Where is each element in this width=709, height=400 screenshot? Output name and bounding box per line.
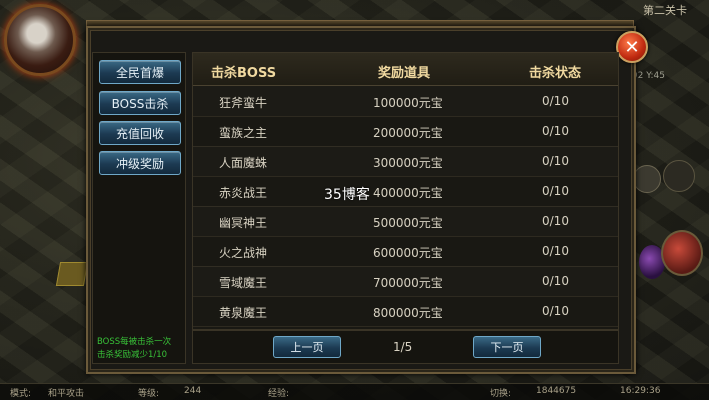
reward-value: 600000元宝 — [373, 246, 443, 260]
boss-name: 火之战神 — [219, 246, 268, 260]
map-marker-icon — [55, 262, 89, 286]
kill-status: 0/10 — [542, 184, 569, 198]
table-body: 狂斧蛮牛 100000元宝 0/10 蛮族之主 200000元宝 0/10 人面… — [193, 86, 618, 329]
reward-value: 500000元宝 — [373, 216, 443, 230]
boss-name: 赤炎战王 — [219, 186, 268, 200]
kill-status: 0/10 — [542, 124, 569, 138]
watermark: 35博客 — [324, 187, 370, 203]
switch-label[interactable]: 切换: — [490, 386, 511, 399]
reward-value: 800000元宝 — [373, 306, 443, 320]
table-row: 人面魔蛛 300000元宝 0/10 — [193, 146, 618, 177]
status-bar: 模式: 和平攻击 等级: 244 经验: 切换: 1844675 16:29:3… — [0, 383, 709, 400]
tab-first-drop[interactable]: 全民首爆 — [99, 60, 181, 84]
tab-level-reward[interactable]: 冲级奖励 — [99, 151, 181, 175]
gold-value: 1844675 — [536, 386, 577, 396]
header-reward: 奖励道具 — [378, 66, 431, 81]
clock: 16:29:36 — [620, 386, 661, 396]
boss-name: 人面魔蛛 — [219, 156, 268, 170]
tab-recharge-recycle[interactable]: 充值回收 — [99, 121, 181, 145]
kill-status: 0/10 — [542, 94, 569, 108]
page-indicator: 1/5 — [393, 340, 413, 354]
table-row: 火之战神 600000元宝 0/10 — [193, 236, 618, 267]
table-row: 幽冥神王 500000元宝 0/10 — [193, 206, 618, 237]
kill-status: 0/10 — [542, 304, 569, 318]
exp-label: 经验: — [268, 389, 290, 399]
reward-value: 100000元宝 — [373, 96, 443, 110]
reward-value: 200000元宝 — [373, 126, 443, 140]
sidebar-note: BOSS每被击杀一次 击杀奖励减少1/10 — [97, 336, 185, 362]
level-label: 等级: — [138, 389, 160, 399]
player-avatar[interactable] — [4, 4, 76, 76]
tab-boss-kill[interactable]: BOSS击杀 — [99, 91, 181, 115]
header-status: 击杀状态 — [529, 66, 582, 81]
kill-status: 0/10 — [542, 154, 569, 168]
skill-button-1[interactable] — [633, 165, 661, 193]
skill-button-2[interactable] — [663, 160, 695, 192]
mode-label: 模式: — [10, 389, 32, 399]
pagination: 上一页 1/5 下一页 — [192, 330, 619, 364]
boss-name: 幽冥神王 — [219, 216, 268, 230]
prev-page-button[interactable]: 上一页 — [273, 336, 341, 358]
table-row: 黄泉魔王 800000元宝 0/10 — [193, 296, 618, 327]
reward-value: 300000元宝 — [373, 156, 443, 170]
table-row: 狂斧蛮牛 100000元宝 0/10 — [193, 86, 618, 117]
boss-name: 狂斧蛮牛 — [219, 96, 268, 110]
map-name-label: 第二关卡 — [643, 4, 687, 17]
boss-name: 蛮族之主 — [219, 126, 268, 140]
sidebar-note-line2: 击杀奖励减少1/10 — [97, 350, 168, 360]
close-button[interactable]: ✕ — [616, 31, 648, 63]
mode-value[interactable]: 和平攻击 — [48, 386, 84, 399]
table-row: 赤炎战王 400000元宝 0/10 — [193, 176, 618, 207]
table-row: 蛮族之主 200000元宝 0/10 — [193, 116, 618, 147]
boss-table: 击杀BOSS 奖励道具 击杀状态 狂斧蛮牛 100000元宝 0/10 蛮族之主… — [192, 52, 619, 330]
sidebar: 全民首爆 BOSS击杀 充值回收 冲级奖励 BOSS每被击杀一次 击杀奖励减少1… — [92, 52, 186, 364]
level-value: 244 — [184, 386, 202, 396]
kill-status: 0/10 — [542, 244, 569, 258]
next-page-button[interactable]: 下一页 — [473, 336, 541, 358]
boss-name: 黄泉魔王 — [219, 306, 268, 320]
table-row: 雪域魔王 700000元宝 0/10 — [193, 266, 618, 297]
kill-status: 0/10 — [542, 214, 569, 228]
header-boss: 击杀BOSS — [211, 66, 277, 81]
table-header: 击杀BOSS 奖励道具 击杀状态 — [193, 53, 618, 86]
kill-status: 0/10 — [542, 274, 569, 288]
attack-button[interactable] — [661, 230, 703, 276]
sidebar-note-line1: BOSS每被击杀一次 — [97, 337, 172, 347]
reward-value: 400000元宝 — [373, 186, 443, 200]
close-icon: ✕ — [624, 36, 640, 58]
boss-name: 雪域魔王 — [219, 276, 268, 290]
reward-value: 700000元宝 — [373, 276, 443, 290]
